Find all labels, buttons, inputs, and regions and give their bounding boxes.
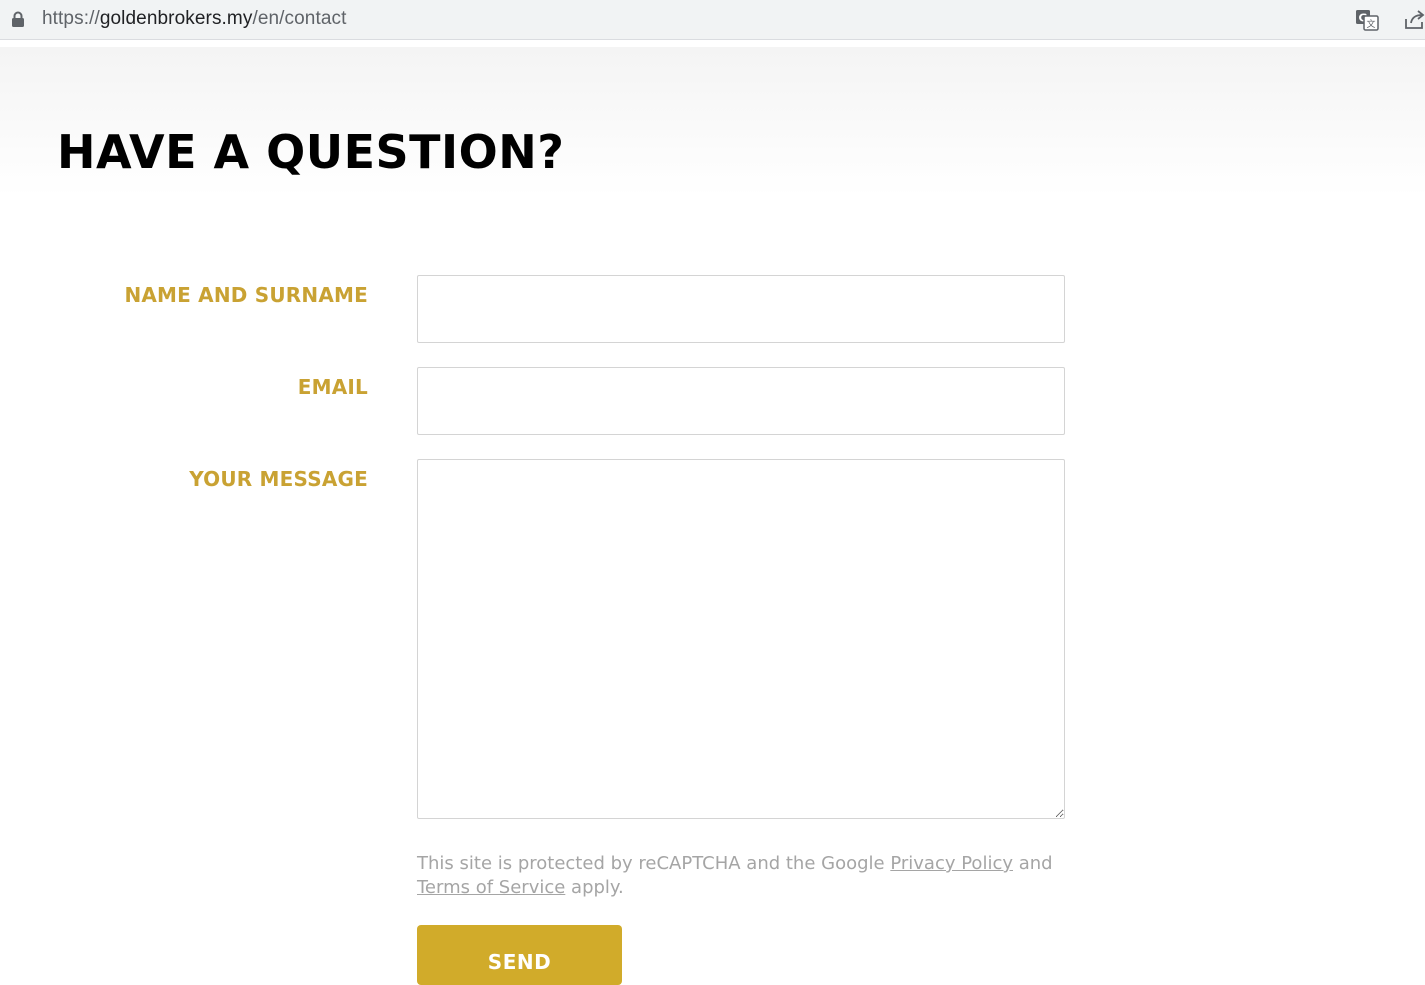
terms-of-service-link[interactable]: Terms of Service xyxy=(417,877,565,898)
recaptcha-and: and xyxy=(1013,853,1053,874)
send-button[interactable]: SEND xyxy=(417,925,622,985)
recaptcha-suffix: apply. xyxy=(565,877,624,898)
contact-page: HAVE A QUESTION? NAME AND SURNAME EMAIL … xyxy=(0,47,1425,985)
url-host: goldenbrokers.my xyxy=(99,8,253,29)
browser-toolbar: https://goldenbrokers.my/en/contact G 文 xyxy=(0,0,1425,40)
recaptcha-notice: This site is protected by reCAPTCHA and … xyxy=(417,852,1077,900)
message-field[interactable] xyxy=(417,459,1065,819)
address-bar[interactable]: https://goldenbrokers.my/en/contact xyxy=(0,0,1425,40)
message-label: YOUR MESSAGE xyxy=(189,467,368,491)
translate-icon[interactable]: G 文 xyxy=(1355,8,1379,32)
page-title: HAVE A QUESTION? xyxy=(57,125,565,179)
name-label: NAME AND SURNAME xyxy=(124,283,368,307)
svg-text:文: 文 xyxy=(1366,18,1375,30)
recaptcha-prefix: This site is protected by reCAPTCHA and … xyxy=(417,853,891,874)
name-field[interactable] xyxy=(417,275,1065,343)
url-scheme: https:// xyxy=(42,8,100,29)
lock-icon[interactable] xyxy=(11,11,25,27)
share-icon[interactable] xyxy=(1403,8,1425,32)
email-label: EMAIL xyxy=(297,375,368,399)
privacy-policy-link[interactable]: Privacy Policy xyxy=(890,853,1013,874)
url-text[interactable]: https://goldenbrokers.my/en/contact xyxy=(42,8,347,30)
email-field[interactable] xyxy=(417,367,1065,435)
url-path: /en/contact xyxy=(252,8,347,29)
